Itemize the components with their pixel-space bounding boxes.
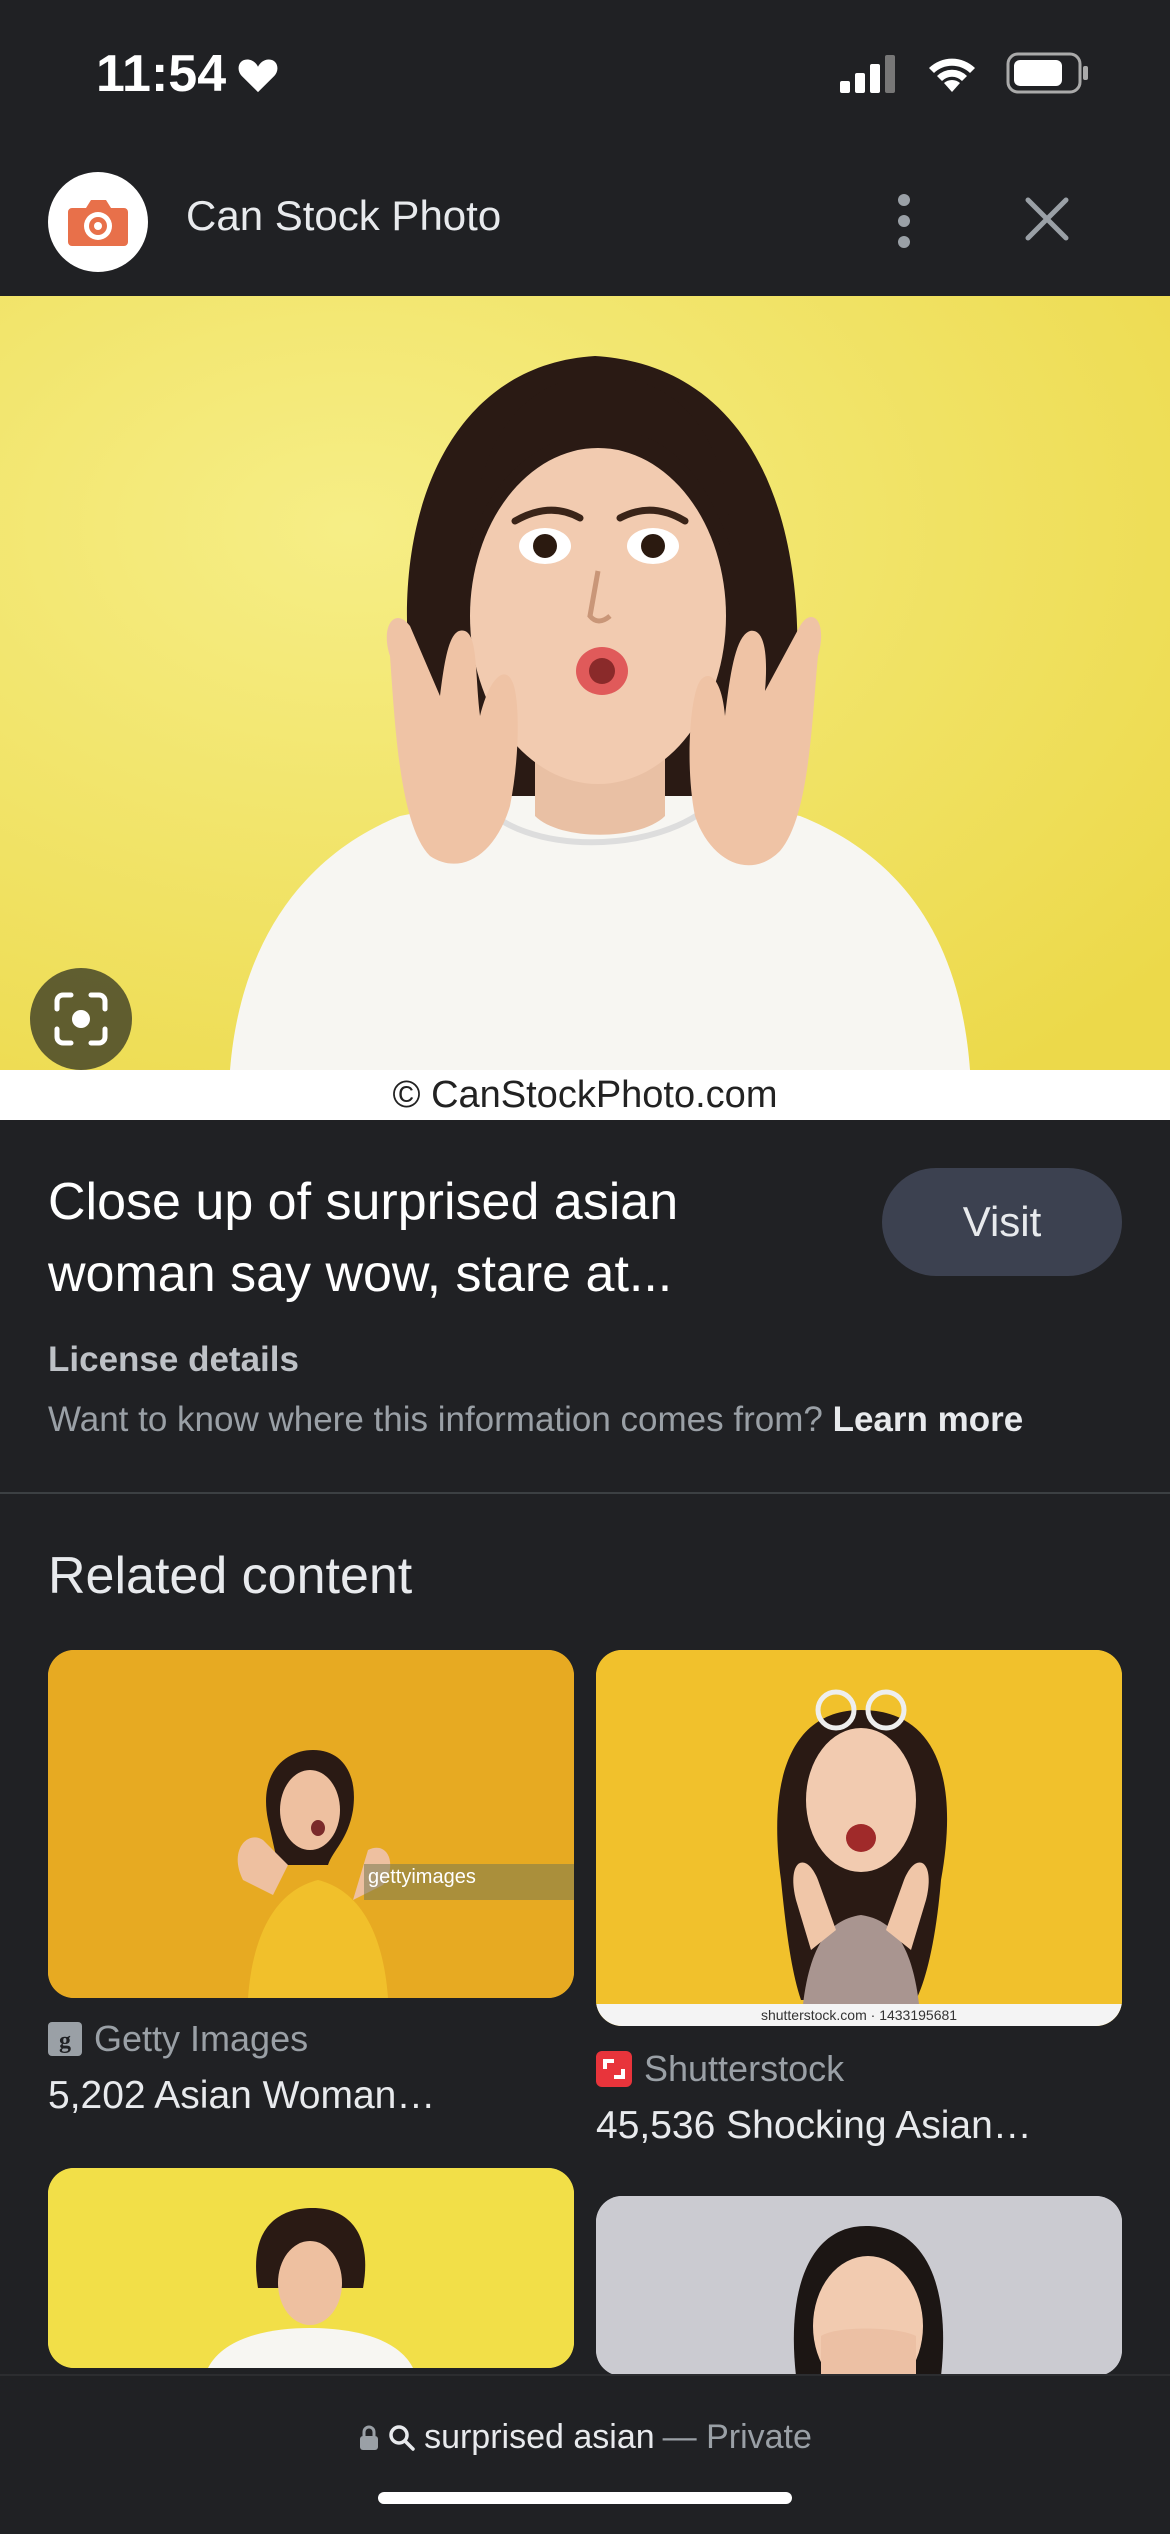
visit-button[interactable]: Visit [882,1168,1122,1276]
info-text: Want to know where this information come… [48,1400,823,1439]
related-photo [48,1650,574,1998]
cellular-signal-icon [840,55,895,93]
related-item-shutterstock[interactable]: shutterstock.com · 1433195681 Shuttersto… [596,1650,1122,2376]
image-watermark: © CanStockPhoto.com [392,1073,778,1116]
related-photo-4 [596,2196,1122,2376]
info-source-line: Want to know where this information come… [48,1400,1023,1440]
learn-more-link[interactable]: Learn more [833,1400,1024,1439]
related-thumbnail[interactable]: gettyimages [48,1650,574,1998]
related-thumbnail-3[interactable] [48,2168,574,2368]
main-image[interactable]: © CanStockPhoto.com [0,296,1170,1120]
related-title[interactable]: 45,536 Shocking Asian… [596,2104,1122,2148]
related-item-getty[interactable]: gettyimages g Getty Images 5,202 Asian W… [48,1650,574,2368]
site-name[interactable]: Can Stock Photo [186,192,501,240]
lock-icon [360,2425,379,2450]
close-icon [1025,197,1069,241]
home-indicator[interactable] [378,2492,792,2504]
image-title: Close up of surprised asian woman say wo… [48,1173,679,1303]
related-source: Shutterstock [596,2048,1122,2090]
related-thumbnail-4[interactable] [596,2196,1122,2376]
shutterstock-logo-icon [596,2051,632,2087]
private-mode-label: — Private [662,2418,812,2456]
surprised-woman-photo [0,296,1170,1070]
lens-icon [54,992,108,1046]
related-thumbnail[interactable]: shutterstock.com · 1433195681 [596,1650,1122,2026]
status-bar: 11:54 [0,0,1170,150]
clock-text: 11:54 [96,45,227,103]
section-divider [0,1492,1170,1494]
browser-bottom-bar: surprised asian — Private [0,2374,1170,2534]
google-lens-button[interactable] [30,968,132,1070]
image-watermark-bar: © CanStockPhoto.com [0,1070,1170,1120]
site-logo[interactable] [48,172,148,272]
close-button[interactable] [1016,188,1078,250]
related-source: g Getty Images [48,2018,574,2060]
related-content-heading: Related content [48,1547,413,1605]
related-source-name: Shutterstock [644,2048,845,2089]
svg-text:g: g [59,2028,71,2054]
getty-watermark: gettyimages [368,1866,476,1888]
wifi-icon [929,58,975,92]
shutterstock-watermark: shutterstock.com · 1433195681 [760,2007,958,2023]
related-title[interactable]: 5,202 Asian Woman… [48,2074,574,2118]
more-vert-icon [898,194,910,248]
battery-icon [1006,52,1088,94]
camera-icon [68,200,128,246]
status-time: 11:54 [96,44,280,104]
status-icons [840,52,1090,94]
search-query: surprised asian [424,2418,655,2456]
related-source-name: Getty Images [94,2018,309,2059]
related-photo [596,1650,1122,2026]
address-bar[interactable]: surprised asian — Private [0,2418,1170,2457]
license-details-link[interactable]: License details [48,1340,299,1380]
shutterstock-watermark-bar: shutterstock.com · 1433195681 [596,2004,1122,2026]
getty-logo-icon: g [48,2022,82,2056]
viewer-header: Can Stock Photo [0,150,1170,296]
heart-icon [238,59,278,93]
search-icon [389,2424,415,2451]
more-options-button[interactable] [876,186,932,256]
related-photo-3 [48,2168,574,2368]
